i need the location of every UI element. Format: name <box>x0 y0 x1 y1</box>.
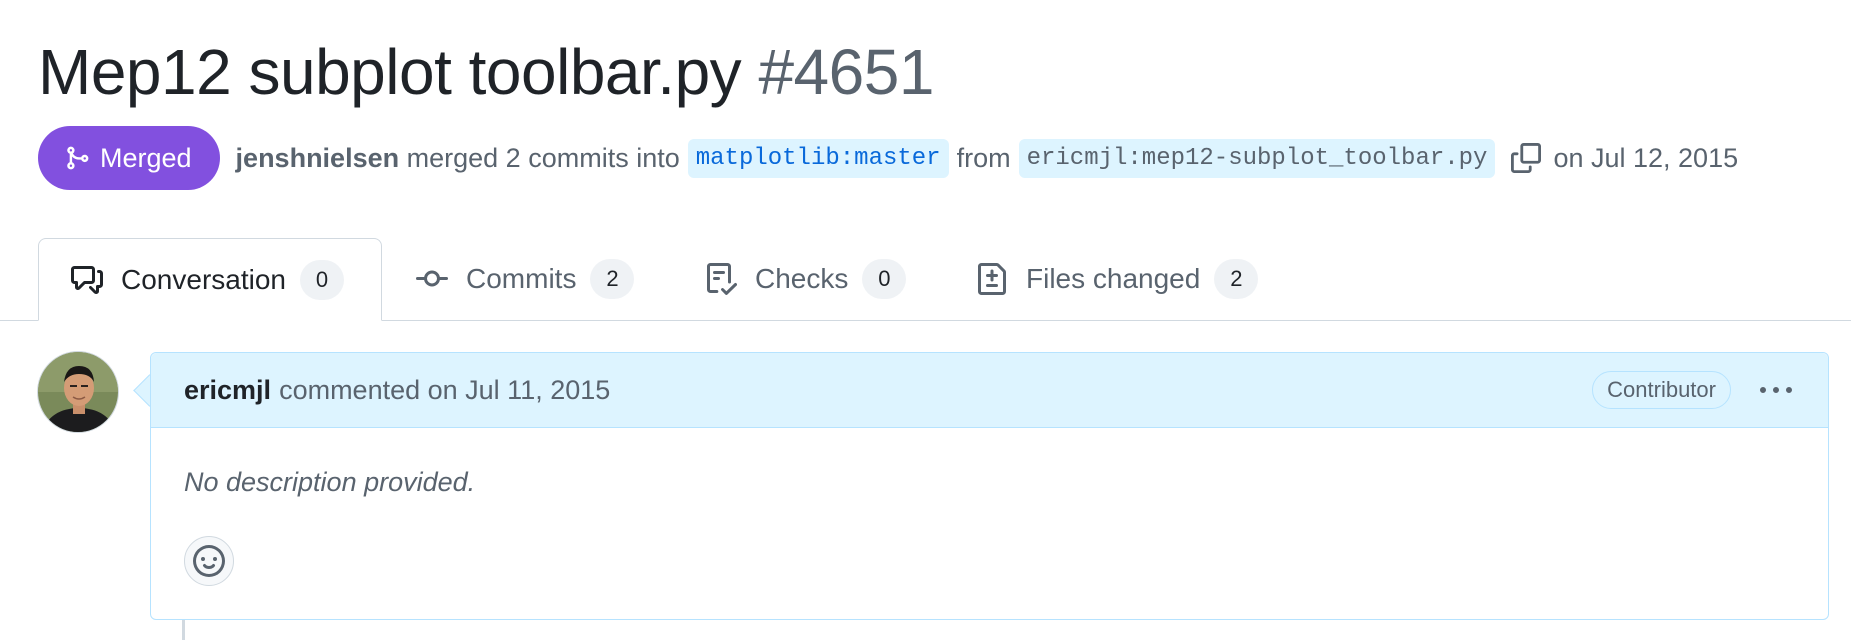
git-commit-icon <box>416 263 448 295</box>
file-diff-icon <box>976 263 1008 295</box>
comment-author-avatar[interactable] <box>37 351 119 433</box>
kebab-horizontal-icon[interactable] <box>1760 375 1792 407</box>
from-text: from <box>956 142 1011 173</box>
merge-action-text: merged 2 commits into <box>406 142 680 173</box>
pr-tabs: Conversation 0 Commits 2 Checks 0 Files … <box>0 238 1851 321</box>
tab-conversation-label: Conversation <box>121 263 286 295</box>
comment-author-link[interactable]: ericmjl <box>184 375 271 406</box>
checklist-icon <box>705 263 737 295</box>
merged-state-label: Merged <box>100 142 192 173</box>
pr-meta: Merged jenshnielsen merged 2 commits int… <box>38 126 1738 190</box>
tab-commits[interactable]: Commits 2 <box>416 238 635 320</box>
tab-checks-label: Checks <box>755 263 849 294</box>
contributor-badge: Contributor <box>1592 371 1731 409</box>
merger-username-link[interactable]: jenshnielsen <box>236 143 400 174</box>
git-merge-icon <box>67 146 89 170</box>
tab-checks-count: 0 <box>862 259 907 299</box>
tab-commits-count: 2 <box>590 259 635 299</box>
timeline-line <box>182 620 185 640</box>
comment-discussion-icon <box>71 264 103 296</box>
merged-state-badge: Merged <box>38 126 220 190</box>
comment-header: ericmjl commented on Jul 11, 2015 Contri… <box>151 353 1828 428</box>
head-branch-label[interactable]: ericmjl:mep12-subplot_toolbar.py <box>1018 138 1496 178</box>
comment-body: No description provided. <box>184 467 476 497</box>
tab-checks[interactable]: Checks 0 <box>705 238 907 320</box>
pr-number: #4651 <box>758 36 934 108</box>
tab-conversation-count: 0 <box>299 259 344 300</box>
pr-title: Mep12 subplot toolbar.py #4651 <box>38 30 934 114</box>
merge-date: on Jul 12, 2015 <box>1553 142 1739 173</box>
tab-files-changed-label: Files changed <box>1026 263 1201 294</box>
smiley-icon <box>193 545 225 577</box>
comment-timestamp[interactable]: commented on Jul 11, 2015 <box>279 375 610 406</box>
base-branch-label[interactable]: matplotlib:master <box>687 138 949 178</box>
tab-commits-label: Commits <box>466 263 577 294</box>
user-avatar-image <box>38 352 118 432</box>
tab-files-changed[interactable]: Files changed 2 <box>976 238 1259 320</box>
comment-box: ericmjl commented on Jul 11, 2015 Contri… <box>150 352 1829 620</box>
tab-conversation[interactable]: Conversation 0 <box>38 238 382 321</box>
copy-icon[interactable] <box>1511 143 1542 173</box>
tab-files-changed-count: 2 <box>1214 259 1259 299</box>
pr-title-text: Mep12 subplot toolbar.py <box>38 36 742 108</box>
add-reaction-button[interactable] <box>184 536 234 586</box>
